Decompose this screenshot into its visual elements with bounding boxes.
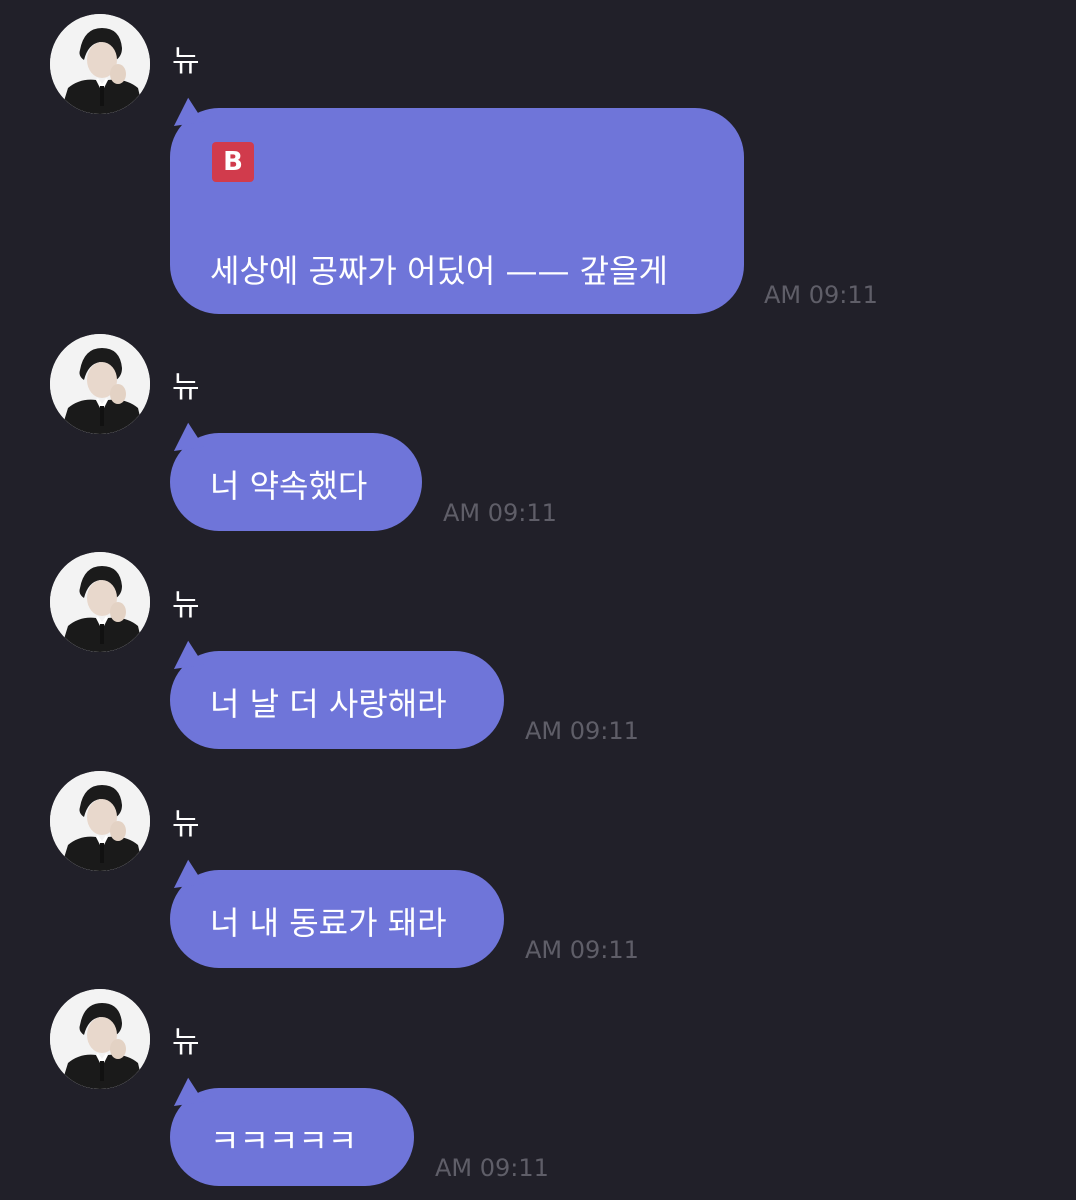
avatar[interactable] [50,552,150,652]
avatar[interactable] [50,334,150,434]
sender-name: 뉴 [172,588,200,623]
message-bubble[interactable]: B 세상에 공짜가 어딨어 —— 갚을게 [170,108,744,314]
message-text: 너 약속했다 [210,467,368,505]
avatar[interactable] [50,989,150,1089]
sender-name: 뉴 [172,370,200,405]
avatar-icon [50,552,150,652]
chat-message: 뉴 너 날 더 사랑해라 AM 09:11 [0,538,1076,758]
chat-message: 뉴 너 내 동료가 돼라 AM 09:11 [0,757,1076,977]
message-text: 너 내 동료가 돼라 [210,904,447,942]
chat-message: 뉴 너 약속했다 AM 09:11 [0,320,1076,540]
avatar-icon [50,334,150,434]
sender-name: 뉴 [172,44,200,79]
message-text: 너 날 더 사랑해라 [210,685,447,723]
chat-message: 뉴 ㅋㅋㅋㅋㅋ AM 09:11 [0,975,1076,1200]
message-timestamp: AM 09:11 [525,936,639,964]
message-text: ㅋㅋㅋㅋㅋ [210,1122,358,1160]
avatar-icon [50,989,150,1089]
message-bubble[interactable]: ㅋㅋㅋㅋㅋ [170,1088,414,1186]
message-bubble[interactable]: 너 약속했다 [170,433,422,531]
b-letter-badge-icon: B [212,142,254,182]
message-bubble[interactable]: 너 날 더 사랑해라 [170,651,504,749]
avatar[interactable] [50,14,150,114]
message-timestamp: AM 09:11 [525,717,639,745]
sender-name: 뉴 [172,807,200,842]
message-timestamp: AM 09:11 [764,281,878,309]
avatar-icon [50,771,150,871]
chat-message: 뉴 B 세상에 공짜가 어딨어 —— 갚을게 AM 09:11 [0,0,1076,330]
message-bubble[interactable]: 너 내 동료가 돼라 [170,870,504,968]
message-text: 세상에 공짜가 어딨어 —— 갚을게 [210,252,668,290]
avatar-icon [50,14,150,114]
avatar[interactable] [50,771,150,871]
sender-name: 뉴 [172,1025,200,1060]
message-timestamp: AM 09:11 [435,1154,549,1182]
message-timestamp: AM 09:11 [443,499,557,527]
